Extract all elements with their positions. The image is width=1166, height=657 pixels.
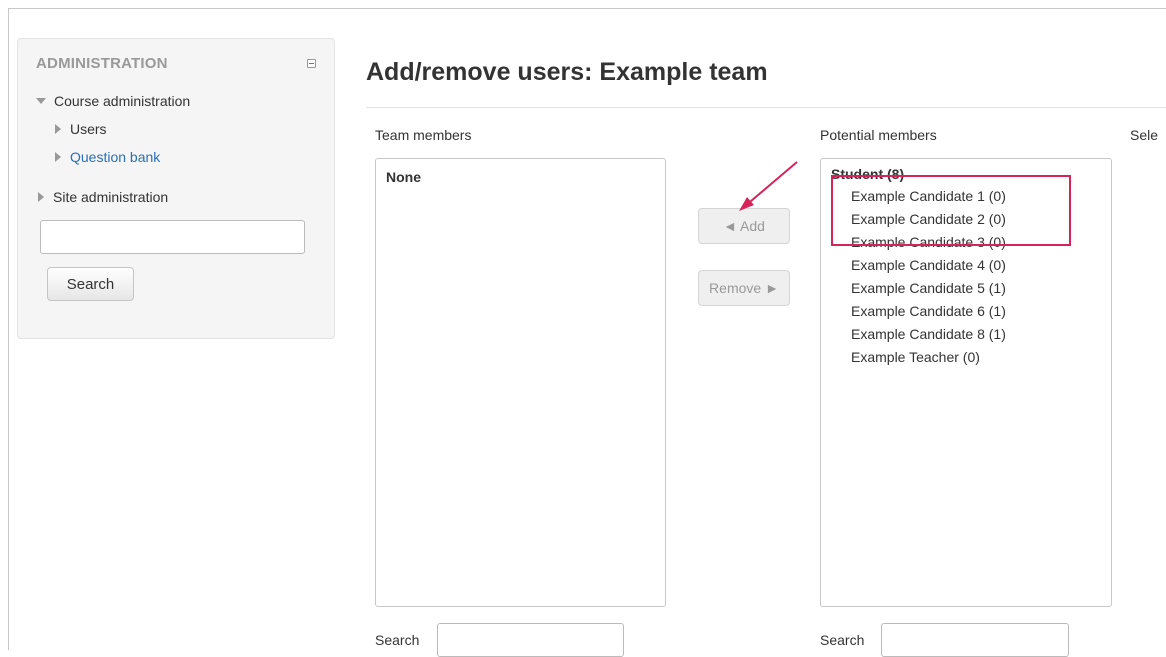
annotation-arrow-icon bbox=[739, 161, 798, 211]
